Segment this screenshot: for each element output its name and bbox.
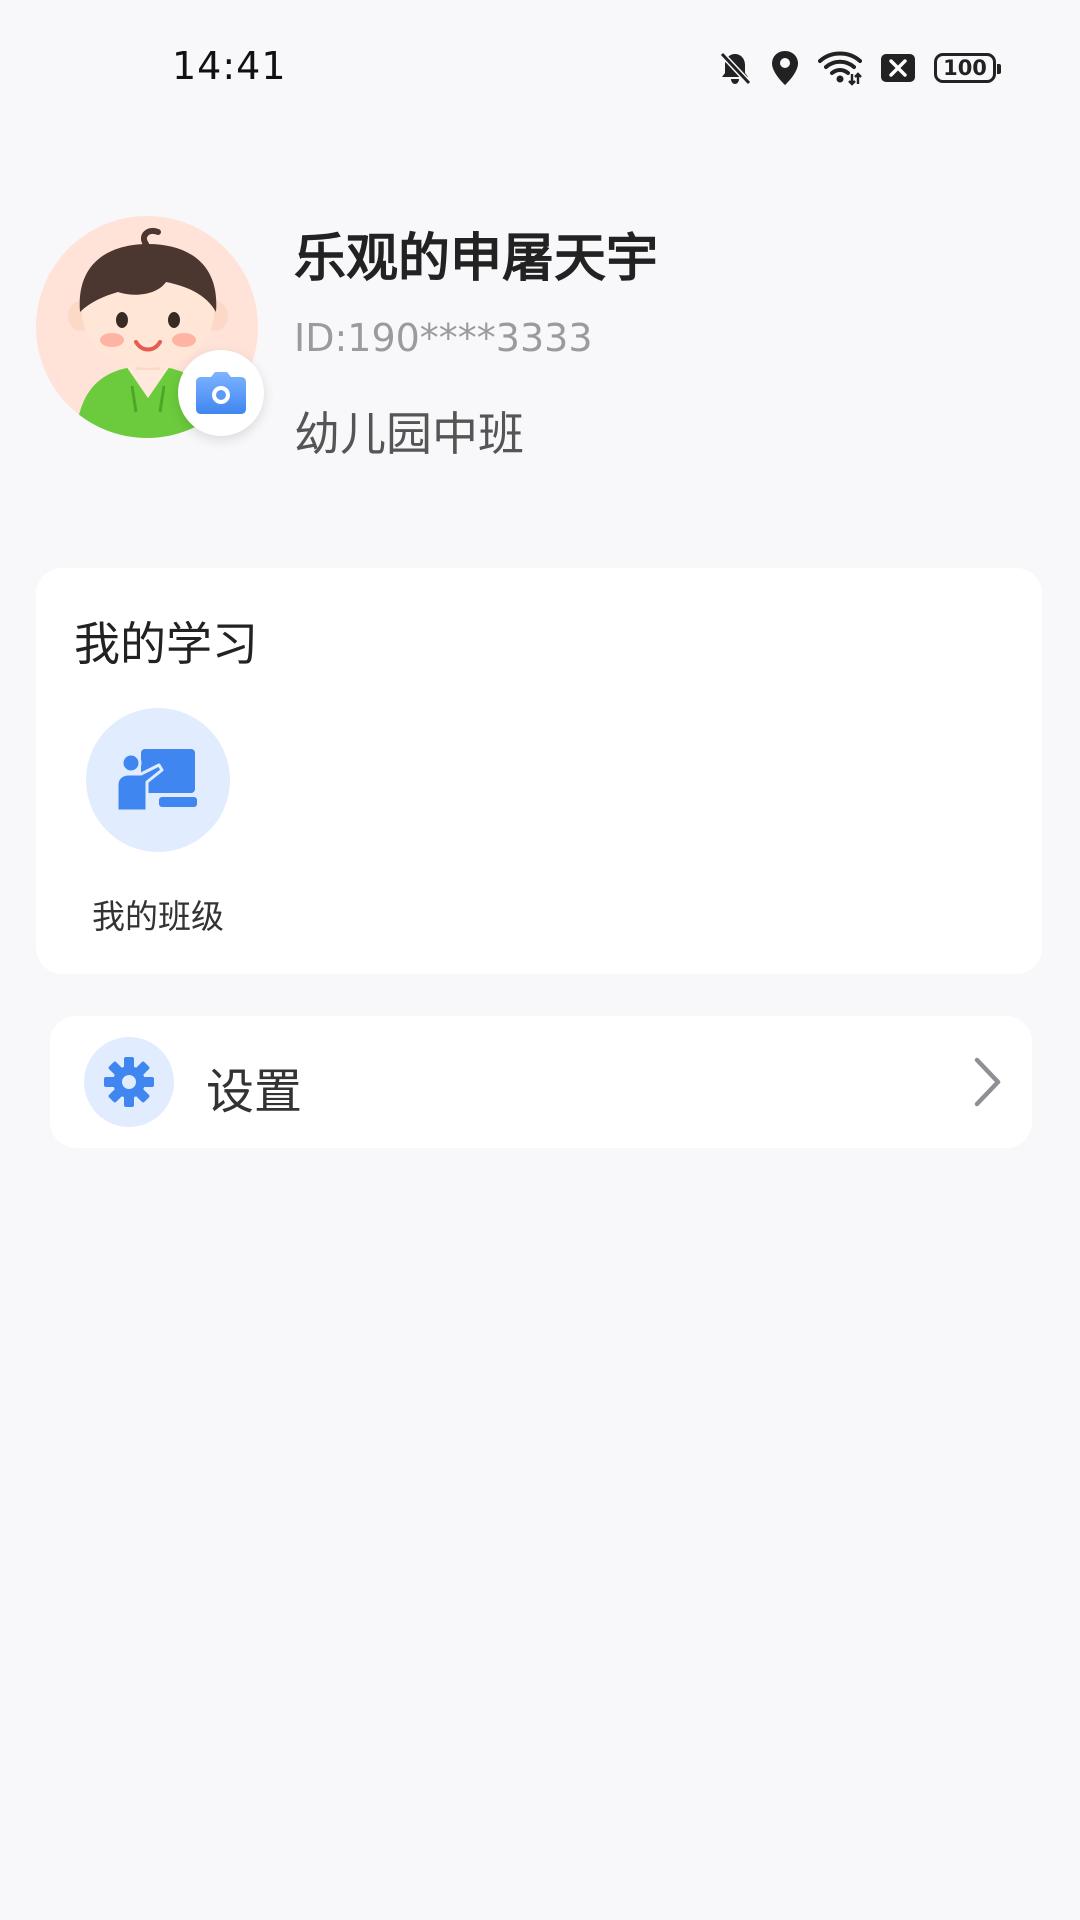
battery-icon: 100 (934, 53, 1001, 83)
status-icons: 100 (718, 48, 1002, 88)
my-class-button[interactable]: 我的班级 (66, 708, 230, 948)
gear-icon (104, 1057, 154, 1107)
classroom-icon (115, 749, 197, 813)
avatar-container[interactable] (36, 216, 264, 438)
bell-off-icon (718, 50, 752, 86)
status-bar: 14:41 100 (0, 0, 1080, 140)
status-time: 14:41 (172, 44, 287, 88)
settings-label: 设置 (206, 1064, 303, 1120)
profile-header: 乐观的申屠天宇 ID:190****3333 幼儿园中班 (36, 216, 1036, 461)
profile-name: 乐观的申屠天宇 (294, 229, 659, 289)
settings-row[interactable]: 设置 (50, 1016, 1032, 1148)
close-box-icon (880, 53, 916, 83)
class-icon-circle (86, 708, 230, 852)
settings-icon-circle (84, 1037, 174, 1127)
my-learning-title: 我的学习 (74, 617, 258, 671)
chevron-right-icon (972, 1056, 1002, 1112)
camera-icon (196, 372, 246, 414)
location-icon (770, 49, 800, 87)
profile-id: ID:190****3333 (294, 316, 593, 360)
battery-level: 100 (943, 56, 987, 80)
camera-button[interactable] (178, 350, 264, 436)
wifi-icon (818, 50, 862, 86)
profile-grade: 幼儿园中班 (294, 407, 524, 461)
my-learning-card: 我的学习 我的班级 (36, 568, 1042, 974)
my-class-label: 我的班级 (92, 897, 224, 936)
